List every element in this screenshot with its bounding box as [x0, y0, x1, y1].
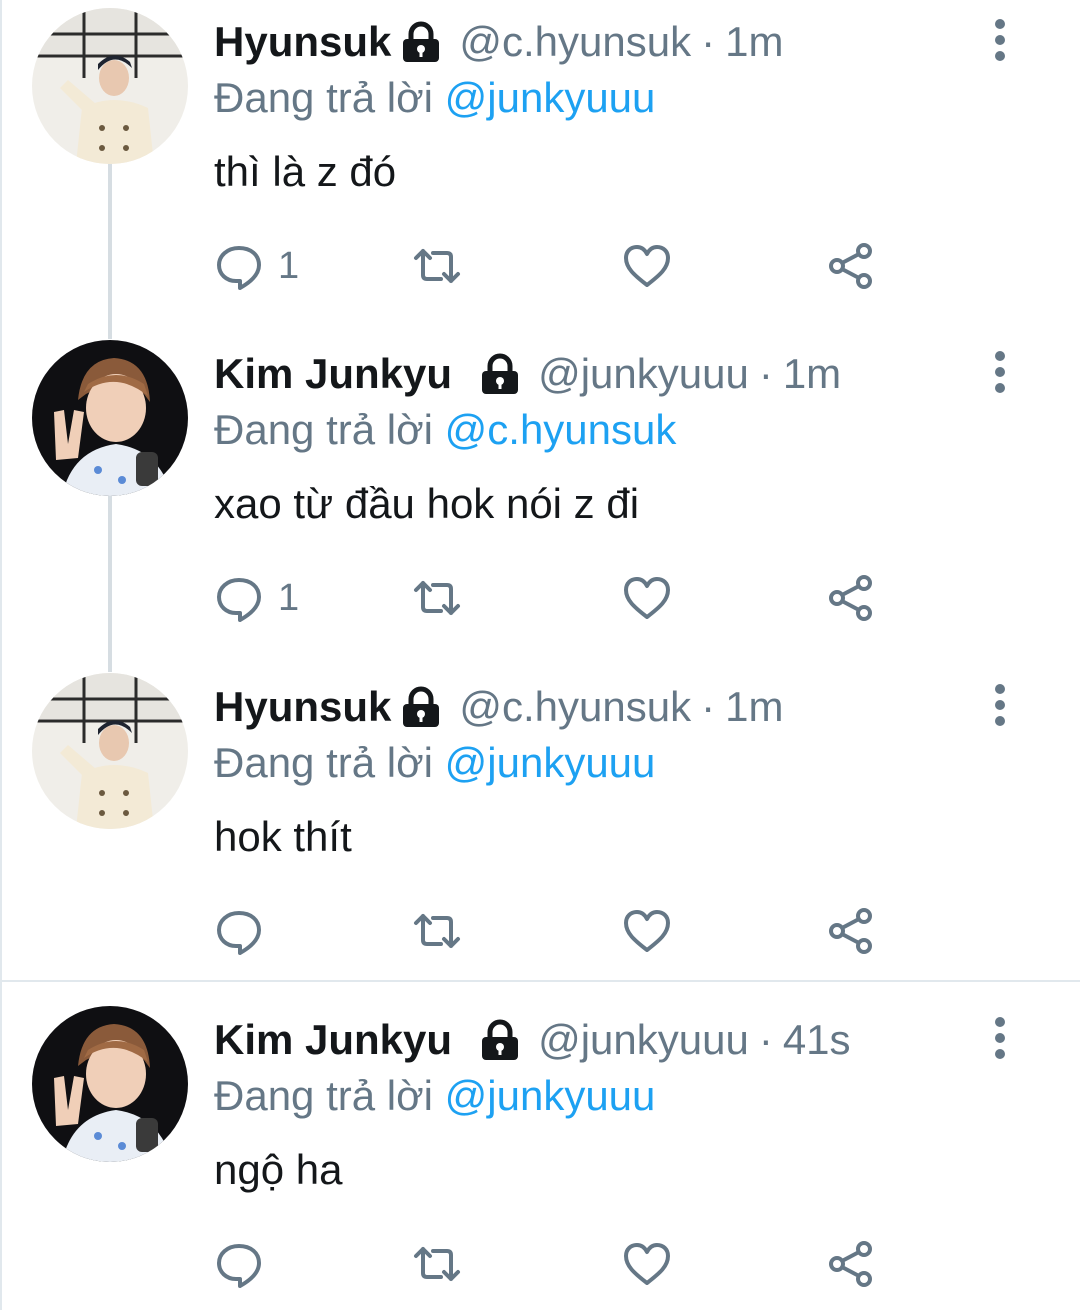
tweet[interactable]: Hyunsuk @c.hyunsuk · 1m Đang trả lời @ju…	[2, 665, 1080, 995]
reply-button[interactable]: 1	[214, 236, 299, 296]
avatar[interactable]	[32, 8, 188, 164]
share-button[interactable]	[826, 901, 876, 961]
avatar-photo-junkyu	[32, 340, 188, 496]
tweet-actions	[214, 901, 894, 961]
tweet[interactable]: Kim Junkyu @junkyuuu · 41s Đang trả lời …	[2, 998, 1080, 1310]
tweet-header: Hyunsuk @c.hyunsuk · 1m	[214, 14, 783, 70]
retweet-icon	[414, 249, 460, 283]
avatar-photo-hyunsuk	[32, 673, 188, 829]
reply-button[interactable]	[214, 901, 278, 961]
share-button[interactable]	[826, 236, 876, 296]
like-button[interactable]	[622, 1234, 672, 1294]
separator-dot: ·	[758, 350, 773, 397]
like-button[interactable]	[622, 901, 672, 961]
heart-icon	[624, 1243, 670, 1285]
lock-icon	[397, 20, 445, 64]
replying-to-label: Đang trả lời	[214, 406, 433, 453]
lock-icon	[397, 685, 445, 729]
reply-count: 1	[278, 576, 300, 619]
reply-mention-link[interactable]: @c.hyunsuk	[445, 406, 677, 453]
tweet-actions	[214, 1234, 894, 1294]
reply-count: 1	[278, 244, 300, 287]
tweet-text: ngộ ha	[214, 1146, 343, 1193]
lock-icon	[476, 352, 524, 396]
replying-to: Đang trả lời @c.hyunsuk	[214, 406, 676, 454]
more-vertical-icon[interactable]	[982, 681, 1018, 729]
retweet-icon	[414, 581, 460, 615]
retweet-icon	[414, 1247, 460, 1281]
author-name[interactable]: Kim Junkyu	[214, 350, 452, 398]
reply-button[interactable]: 1	[214, 568, 299, 628]
avatar[interactable]	[32, 673, 188, 829]
tweet-header: Kim Junkyu @junkyuuu · 41s	[214, 1012, 851, 1068]
author-name[interactable]: Hyunsuk	[214, 18, 391, 66]
tweet-timestamp[interactable]: 1m	[783, 350, 841, 398]
author-name[interactable]: Hyunsuk	[214, 683, 391, 731]
replying-to-label: Đang trả lời	[214, 1072, 433, 1119]
retweet-button[interactable]	[412, 236, 462, 296]
replying-to: Đang trả lời @junkyuuu	[214, 1072, 655, 1120]
share-icon	[829, 1241, 872, 1287]
tweet[interactable]: Hyunsuk @c.hyunsuk · 1m Đang trả lời @ju…	[2, 0, 1080, 330]
share-icon	[829, 908, 872, 954]
tweet-feed: Hyunsuk @c.hyunsuk · 1m Đang trả lời @ju…	[0, 0, 1080, 1310]
tweet-header: Hyunsuk @c.hyunsuk · 1m	[214, 679, 783, 735]
retweet-button[interactable]	[412, 1234, 462, 1294]
reply-bubble-icon	[217, 1244, 261, 1288]
avatar-photo-hyunsuk	[32, 8, 188, 164]
retweet-button[interactable]	[412, 568, 462, 628]
tweet-actions: 1	[214, 568, 894, 628]
avatar-photo-junkyu	[32, 1006, 188, 1162]
replying-to-label: Đang trả lời	[214, 739, 433, 786]
like-button[interactable]	[622, 236, 672, 296]
tweet-timestamp[interactable]: 1m	[725, 18, 783, 66]
author-handle[interactable]: @c.hyunsuk	[459, 18, 691, 66]
share-button[interactable]	[826, 568, 876, 628]
share-icon	[829, 575, 872, 621]
share-icon	[829, 243, 872, 289]
lock-icon	[476, 1018, 524, 1062]
heart-icon	[624, 245, 670, 287]
share-button[interactable]	[826, 1234, 876, 1294]
reply-mention-link[interactable]: @junkyuuu	[445, 1072, 656, 1119]
reply-mention-link[interactable]: @junkyuuu	[445, 739, 656, 786]
heart-icon	[624, 910, 670, 952]
separator-dot: ·	[758, 1016, 773, 1063]
separator-dot: ·	[701, 18, 716, 65]
reply-bubble-icon	[217, 246, 261, 290]
more-vertical-icon[interactable]	[982, 348, 1018, 396]
tweet-header: Kim Junkyu @junkyuuu · 1m	[214, 346, 841, 402]
reply-bubble-icon	[217, 911, 261, 955]
avatar[interactable]	[32, 1006, 188, 1162]
replying-to-label: Đang trả lời	[214, 74, 433, 121]
more-vertical-icon[interactable]	[982, 16, 1018, 64]
separator-dot: ·	[701, 683, 716, 730]
tweet-text: thì là z đó	[214, 148, 397, 195]
author-handle[interactable]: @junkyuuu	[538, 350, 749, 398]
retweet-button[interactable]	[412, 901, 462, 961]
retweet-icon	[414, 914, 460, 948]
author-handle[interactable]: @c.hyunsuk	[459, 683, 691, 731]
more-vertical-icon[interactable]	[982, 1014, 1018, 1062]
like-button[interactable]	[622, 568, 672, 628]
tweet-timestamp[interactable]: 41s	[783, 1016, 851, 1064]
tweet[interactable]: Kim Junkyu @junkyuuu · 1m Đang trả lời @…	[2, 332, 1080, 662]
replying-to: Đang trả lời @junkyuuu	[214, 739, 655, 787]
reply-button[interactable]	[214, 1234, 278, 1294]
tweet-text: xao từ đầu hok nói z đi	[214, 480, 640, 527]
avatar[interactable]	[32, 340, 188, 496]
heart-icon	[624, 577, 670, 619]
replying-to: Đang trả lời @junkyuuu	[214, 74, 655, 122]
author-name[interactable]: Kim Junkyu	[214, 1016, 452, 1064]
tweet-timestamp[interactable]: 1m	[725, 683, 783, 731]
author-handle[interactable]: @junkyuuu	[538, 1016, 749, 1064]
reply-mention-link[interactable]: @junkyuuu	[445, 74, 656, 121]
tweet-actions: 1	[214, 236, 894, 296]
tweet-text: hok thít	[214, 813, 352, 860]
reply-bubble-icon	[217, 578, 261, 622]
